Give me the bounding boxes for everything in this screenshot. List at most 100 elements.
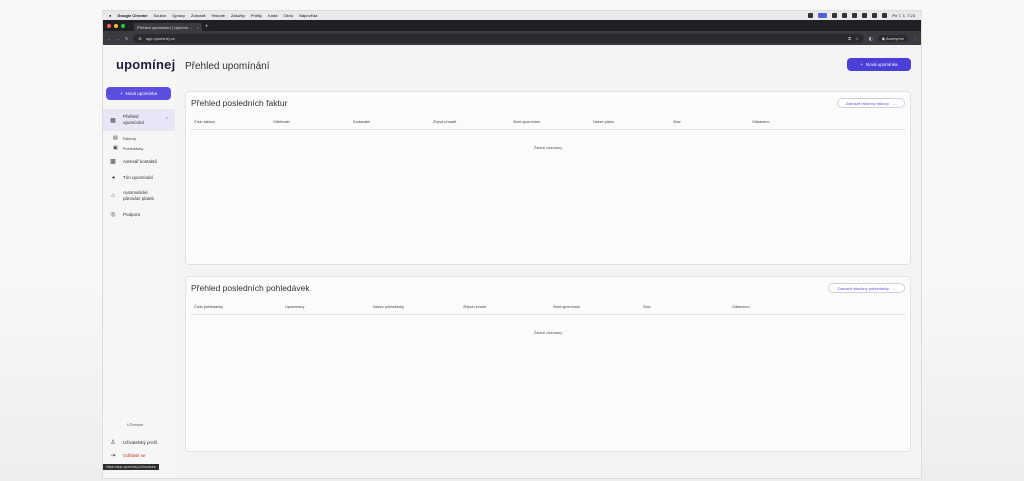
- menu-app-name[interactable]: Google Chrome: [117, 13, 147, 18]
- menu-bookmarks[interactable]: Záložky: [231, 13, 245, 18]
- new-reminder-button[interactable]: + Nová upomínka: [847, 58, 911, 71]
- browser-tab[interactable]: Přehled upomínání | Upomín… ×: [134, 23, 202, 31]
- column-header[interactable]: Odbaveno: [732, 305, 750, 309]
- logout-label: Odhlásit se: [123, 453, 146, 458]
- receivables-empty-state: Žádné záznamy: [533, 330, 563, 335]
- reload-icon[interactable]: ↻: [125, 36, 128, 41]
- apple-icon[interactable]: ●: [109, 13, 111, 18]
- view-all-receivables-button[interactable]: Zobrazit všechny pohledávky →: [828, 283, 905, 293]
- column-header[interactable]: Stav: [673, 120, 681, 124]
- column-header[interactable]: Start upomínání: [553, 305, 580, 309]
- plus-icon: +: [860, 62, 864, 67]
- column-header[interactable]: Odběratel: [273, 120, 290, 124]
- sidebar-subitem-label: Pohledávky: [122, 145, 144, 151]
- menu-dots-icon[interactable]: ⋮: [913, 36, 917, 41]
- tray-icon[interactable]: [862, 13, 868, 18]
- invoices-card-title: Přehled posledních faktur: [191, 98, 288, 108]
- tray-icon[interactable]: [832, 13, 838, 18]
- new-tab-icon[interactable]: +: [205, 23, 209, 31]
- sidebar-item-user-profile[interactable]: ♙ Uživatelský profil: [103, 437, 175, 448]
- maximize-window-icon[interactable]: [121, 23, 125, 28]
- column-header[interactable]: Upomínaný: [285, 305, 304, 309]
- invoices-card: Přehled posledních faktur Zobrazit všech…: [185, 91, 911, 265]
- arrow-right-icon: →: [892, 100, 896, 106]
- column-header[interactable]: Stav: [643, 305, 651, 309]
- arrow-right-icon: →: [892, 285, 896, 291]
- grid-icon: ▦: [110, 117, 116, 124]
- new-reminder-label: Nová upomínka: [866, 62, 898, 67]
- battery-icon[interactable]: [882, 13, 888, 18]
- profile-label: Anonymní: [885, 35, 904, 41]
- sidebar-item-label: Přehled upomínání: [123, 114, 145, 125]
- sidebar-item-overview[interactable]: ▦ Přehled upomínání ⌃: [103, 109, 175, 131]
- wifi-icon[interactable]: [872, 13, 878, 18]
- screen: ● Google Chrome Soubor Úpravy Zobrazit H…: [103, 11, 921, 478]
- sidebar-subitem-invoices[interactable]: ▤ Faktury: [113, 135, 136, 141]
- browser-tab-strip: Přehled upomínání | Upomín… × +: [103, 20, 921, 31]
- sidebar-item-support[interactable]: ◎ Podpora: [103, 209, 175, 220]
- logout-button[interactable]: ⇥ Odhlásit se: [103, 450, 175, 461]
- document-icon: ▣: [113, 145, 118, 151]
- back-icon[interactable]: ←: [107, 36, 111, 41]
- column-header[interactable]: Start upomínání: [513, 120, 540, 124]
- receivables-card: Přehled posledních pohledávek Zobrazit v…: [185, 276, 911, 452]
- menu-help[interactable]: Nápověda: [299, 13, 317, 18]
- sidebar-subitem-label: Faktury: [122, 135, 137, 141]
- clock[interactable]: Po 7. 1. 7:23: [892, 13, 915, 18]
- sidebar-item-label: Adresář kontaktů: [123, 159, 158, 164]
- company-name[interactable]: UTmoule: [127, 422, 143, 427]
- menu-history[interactable]: Historie: [211, 13, 225, 18]
- close-tab-icon[interactable]: ×: [197, 25, 199, 30]
- minimize-window-icon[interactable]: [114, 23, 118, 28]
- star-icon[interactable]: ☆: [855, 36, 859, 41]
- view-all-label: Zobrazit všechny pohledávky: [837, 285, 889, 291]
- site-info-icon[interactable]: ⊜: [138, 36, 141, 41]
- column-header[interactable]: Odbaveno: [752, 120, 770, 124]
- page-title: Přehled upomínání: [185, 61, 270, 72]
- address-bar[interactable]: ⊜ app.upominej.cz ⚿ ☆: [133, 33, 864, 43]
- megaphone-icon: ◂: [111, 175, 115, 181]
- close-window-icon[interactable]: [107, 23, 111, 28]
- menu-window[interactable]: Okno: [284, 13, 294, 18]
- tray-icon[interactable]: [852, 13, 858, 18]
- tray-icon[interactable]: [842, 13, 848, 18]
- column-header[interactable]: Číslo pohledávky: [194, 305, 223, 309]
- sidebar-item-contacts[interactable]: ▩ Adresář kontaktů: [103, 156, 175, 167]
- receivables-card-title: Přehled posledních pohledávek: [191, 283, 310, 293]
- chevron-up-icon[interactable]: ⌃: [165, 117, 169, 123]
- window-controls: [107, 20, 125, 31]
- column-header[interactable]: Zbývá uhradit: [463, 305, 486, 309]
- menu-file[interactable]: Soubor: [153, 13, 166, 18]
- recording-icon[interactable]: [818, 13, 828, 18]
- column-header[interactable]: Zbývá uhradit: [433, 120, 456, 124]
- sidebar: upomínej + Nová upomínka ▦ Přehled upomí…: [103, 45, 175, 478]
- forward-icon[interactable]: →: [116, 36, 120, 41]
- menu-edit[interactable]: Úpravy: [172, 13, 185, 18]
- sidepanel-icon[interactable]: ◧: [869, 36, 873, 41]
- logo[interactable]: upomínej: [116, 57, 175, 72]
- browser-toolbar: ← → ↻ ⊜ app.upominej.cz ⚿ ☆ ◧ ◉ Anonymní…: [103, 31, 921, 45]
- sidebar-subitem-receivables[interactable]: ▣ Pohledávky: [113, 145, 143, 151]
- column-header[interactable]: Název plánu: [593, 120, 614, 124]
- key-icon[interactable]: ⚿: [848, 36, 851, 41]
- app: upomínej + Nová upomínka ▦ Přehled upomí…: [103, 45, 921, 478]
- view-all-invoices-button[interactable]: Zobrazit všechny faktury →: [836, 98, 905, 108]
- logout-icon: ⇥: [110, 453, 116, 459]
- contacts-icon: ▩: [110, 159, 116, 165]
- sidebar-item-payment-matching[interactable]: ⌂ Automatické párování plateb: [103, 187, 175, 204]
- bank-icon: ⌂: [111, 192, 115, 199]
- status-icons: Po 7. 1. 7:23: [808, 13, 915, 18]
- new-reminder-button-sidebar[interactable]: + Nová upomínka: [106, 87, 171, 100]
- column-header[interactable]: Název pohledávky: [373, 305, 404, 309]
- receivables-table-header: Číslo pohledávky Upomínaný Název pohledá…: [191, 301, 905, 315]
- column-header[interactable]: Dodavatel: [353, 120, 370, 124]
- column-header[interactable]: Číslo faktury: [194, 120, 215, 124]
- invoice-icon: ▤: [113, 135, 118, 141]
- profile-button[interactable]: ◉ Anonymní: [877, 34, 908, 42]
- menu-profiles[interactable]: Profily: [251, 13, 262, 18]
- sidebar-item-label: Automatické párování plateb: [123, 189, 155, 201]
- menu-tab[interactable]: Karta: [268, 13, 278, 18]
- sidebar-item-tone[interactable]: ◂ Tón upomínání: [103, 172, 175, 183]
- tray-icon[interactable]: [808, 13, 814, 18]
- menu-view[interactable]: Zobrazit: [191, 13, 205, 18]
